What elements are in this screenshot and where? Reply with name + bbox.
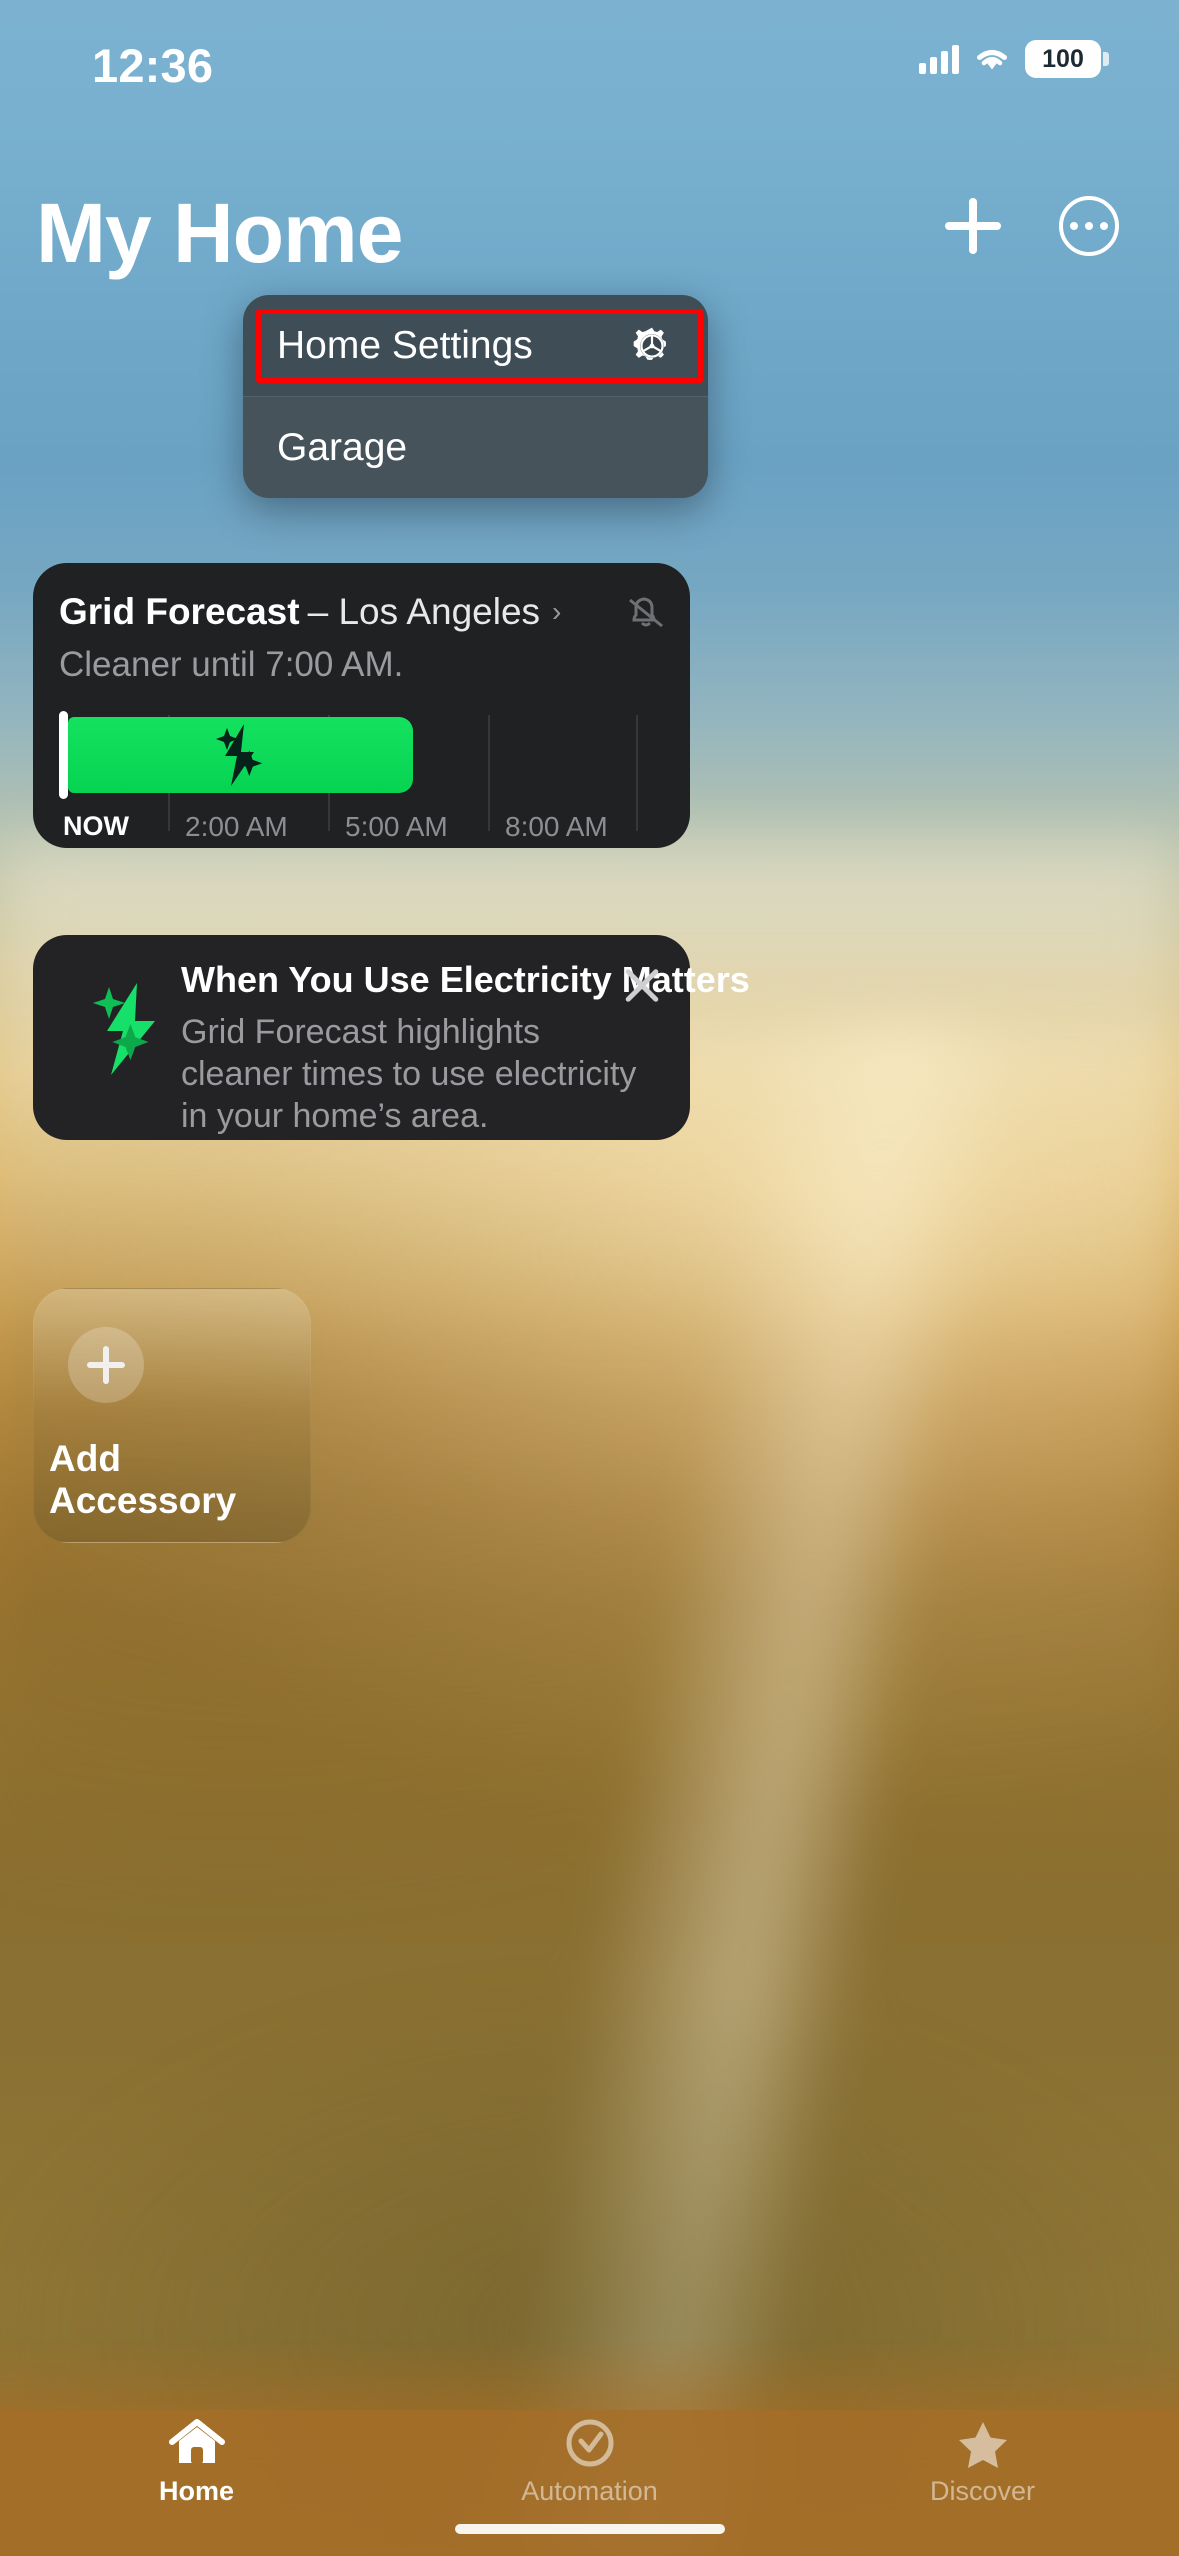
plus-circle-icon	[68, 1327, 144, 1403]
menu-item-home-settings[interactable]: Home Settings	[243, 295, 708, 396]
close-icon[interactable]	[620, 963, 664, 1007]
axis-label-8am: 8:00 AM	[505, 811, 608, 842]
grid-forecast-title: Grid Forecast	[59, 591, 300, 632]
clock-check-icon	[566, 2419, 613, 2467]
grid-forecast-header: Grid Forecast – Los Angeles ›	[59, 591, 666, 633]
menu-item-label: Home Settings	[277, 323, 533, 367]
electricity-info-banner: When You Use Electricity Matters Grid Fo…	[33, 935, 750, 1140]
bolt-sparkle-green-icon	[93, 983, 155, 1075]
status-bar: 12:36 100	[0, 0, 1179, 130]
now-marker	[59, 711, 68, 799]
battery-icon: 100	[1025, 40, 1109, 78]
axis-label-2am: 2:00 AM	[185, 811, 288, 842]
tab-discover-label: Discover	[929, 2476, 1036, 2506]
bolt-sparkle-icon	[215, 724, 262, 786]
home-indicator	[454, 2524, 725, 2534]
battery-percent-label: 100	[1042, 44, 1084, 73]
menu-item-label: Garage	[277, 425, 408, 469]
grid-forecast-subtitle: Cleaner until 7:00 AM.	[59, 645, 404, 684]
menu-item-garage[interactable]: Garage	[243, 397, 708, 498]
clean-energy-bar	[68, 717, 413, 793]
tab-automation[interactable]: Automation	[393, 2410, 786, 2507]
status-bar-clock: 12:36	[92, 39, 214, 92]
house-icon	[168, 2419, 225, 2464]
grid-forecast-axis: NOW 2:00 AM 5:00 AM 8:00 AM	[59, 811, 690, 847]
wifi-icon	[977, 50, 1007, 70]
page-title: My Home	[36, 186, 403, 280]
context-menu: Home Settings Garage	[243, 295, 708, 498]
add-accessory-tile[interactable]: Add Accessory	[33, 1288, 311, 1543]
plus-icon[interactable]	[945, 198, 1001, 254]
add-accessory-label: Add Accessory	[49, 1438, 237, 1521]
axis-label-now: NOW	[63, 811, 129, 841]
tab-discover[interactable]: Discover	[786, 2410, 1179, 2507]
star-icon	[958, 2422, 1007, 2468]
grid-forecast-location: – Los Angeles	[307, 591, 541, 632]
gear-icon	[633, 327, 666, 360]
status-bar-indicators: 100	[919, 40, 1109, 78]
info-banner-body: Grid Forecast highlights cleaner times t…	[181, 1013, 637, 1135]
navigation-bar	[945, 196, 1119, 256]
grid-forecast-card[interactable]: Grid Forecast – Los Angeles › Cleaner un…	[33, 563, 690, 848]
chevron-right-icon: ›	[552, 596, 562, 627]
grid-forecast-chart	[59, 711, 690, 831]
cellular-bars-icon	[919, 44, 959, 74]
tab-bar: Home Automation Discover	[0, 2340, 1179, 2556]
ellipsis-circle-icon[interactable]	[1059, 196, 1119, 256]
tab-home[interactable]: Home	[0, 2410, 393, 2507]
axis-label-5am: 5:00 AM	[345, 811, 448, 842]
info-banner-title: When You Use Electricity Matters	[181, 959, 750, 1000]
tab-automation-label: Automation	[521, 2476, 658, 2506]
tab-home-label: Home	[158, 2476, 234, 2506]
bell-slash-icon[interactable]	[620, 588, 672, 634]
